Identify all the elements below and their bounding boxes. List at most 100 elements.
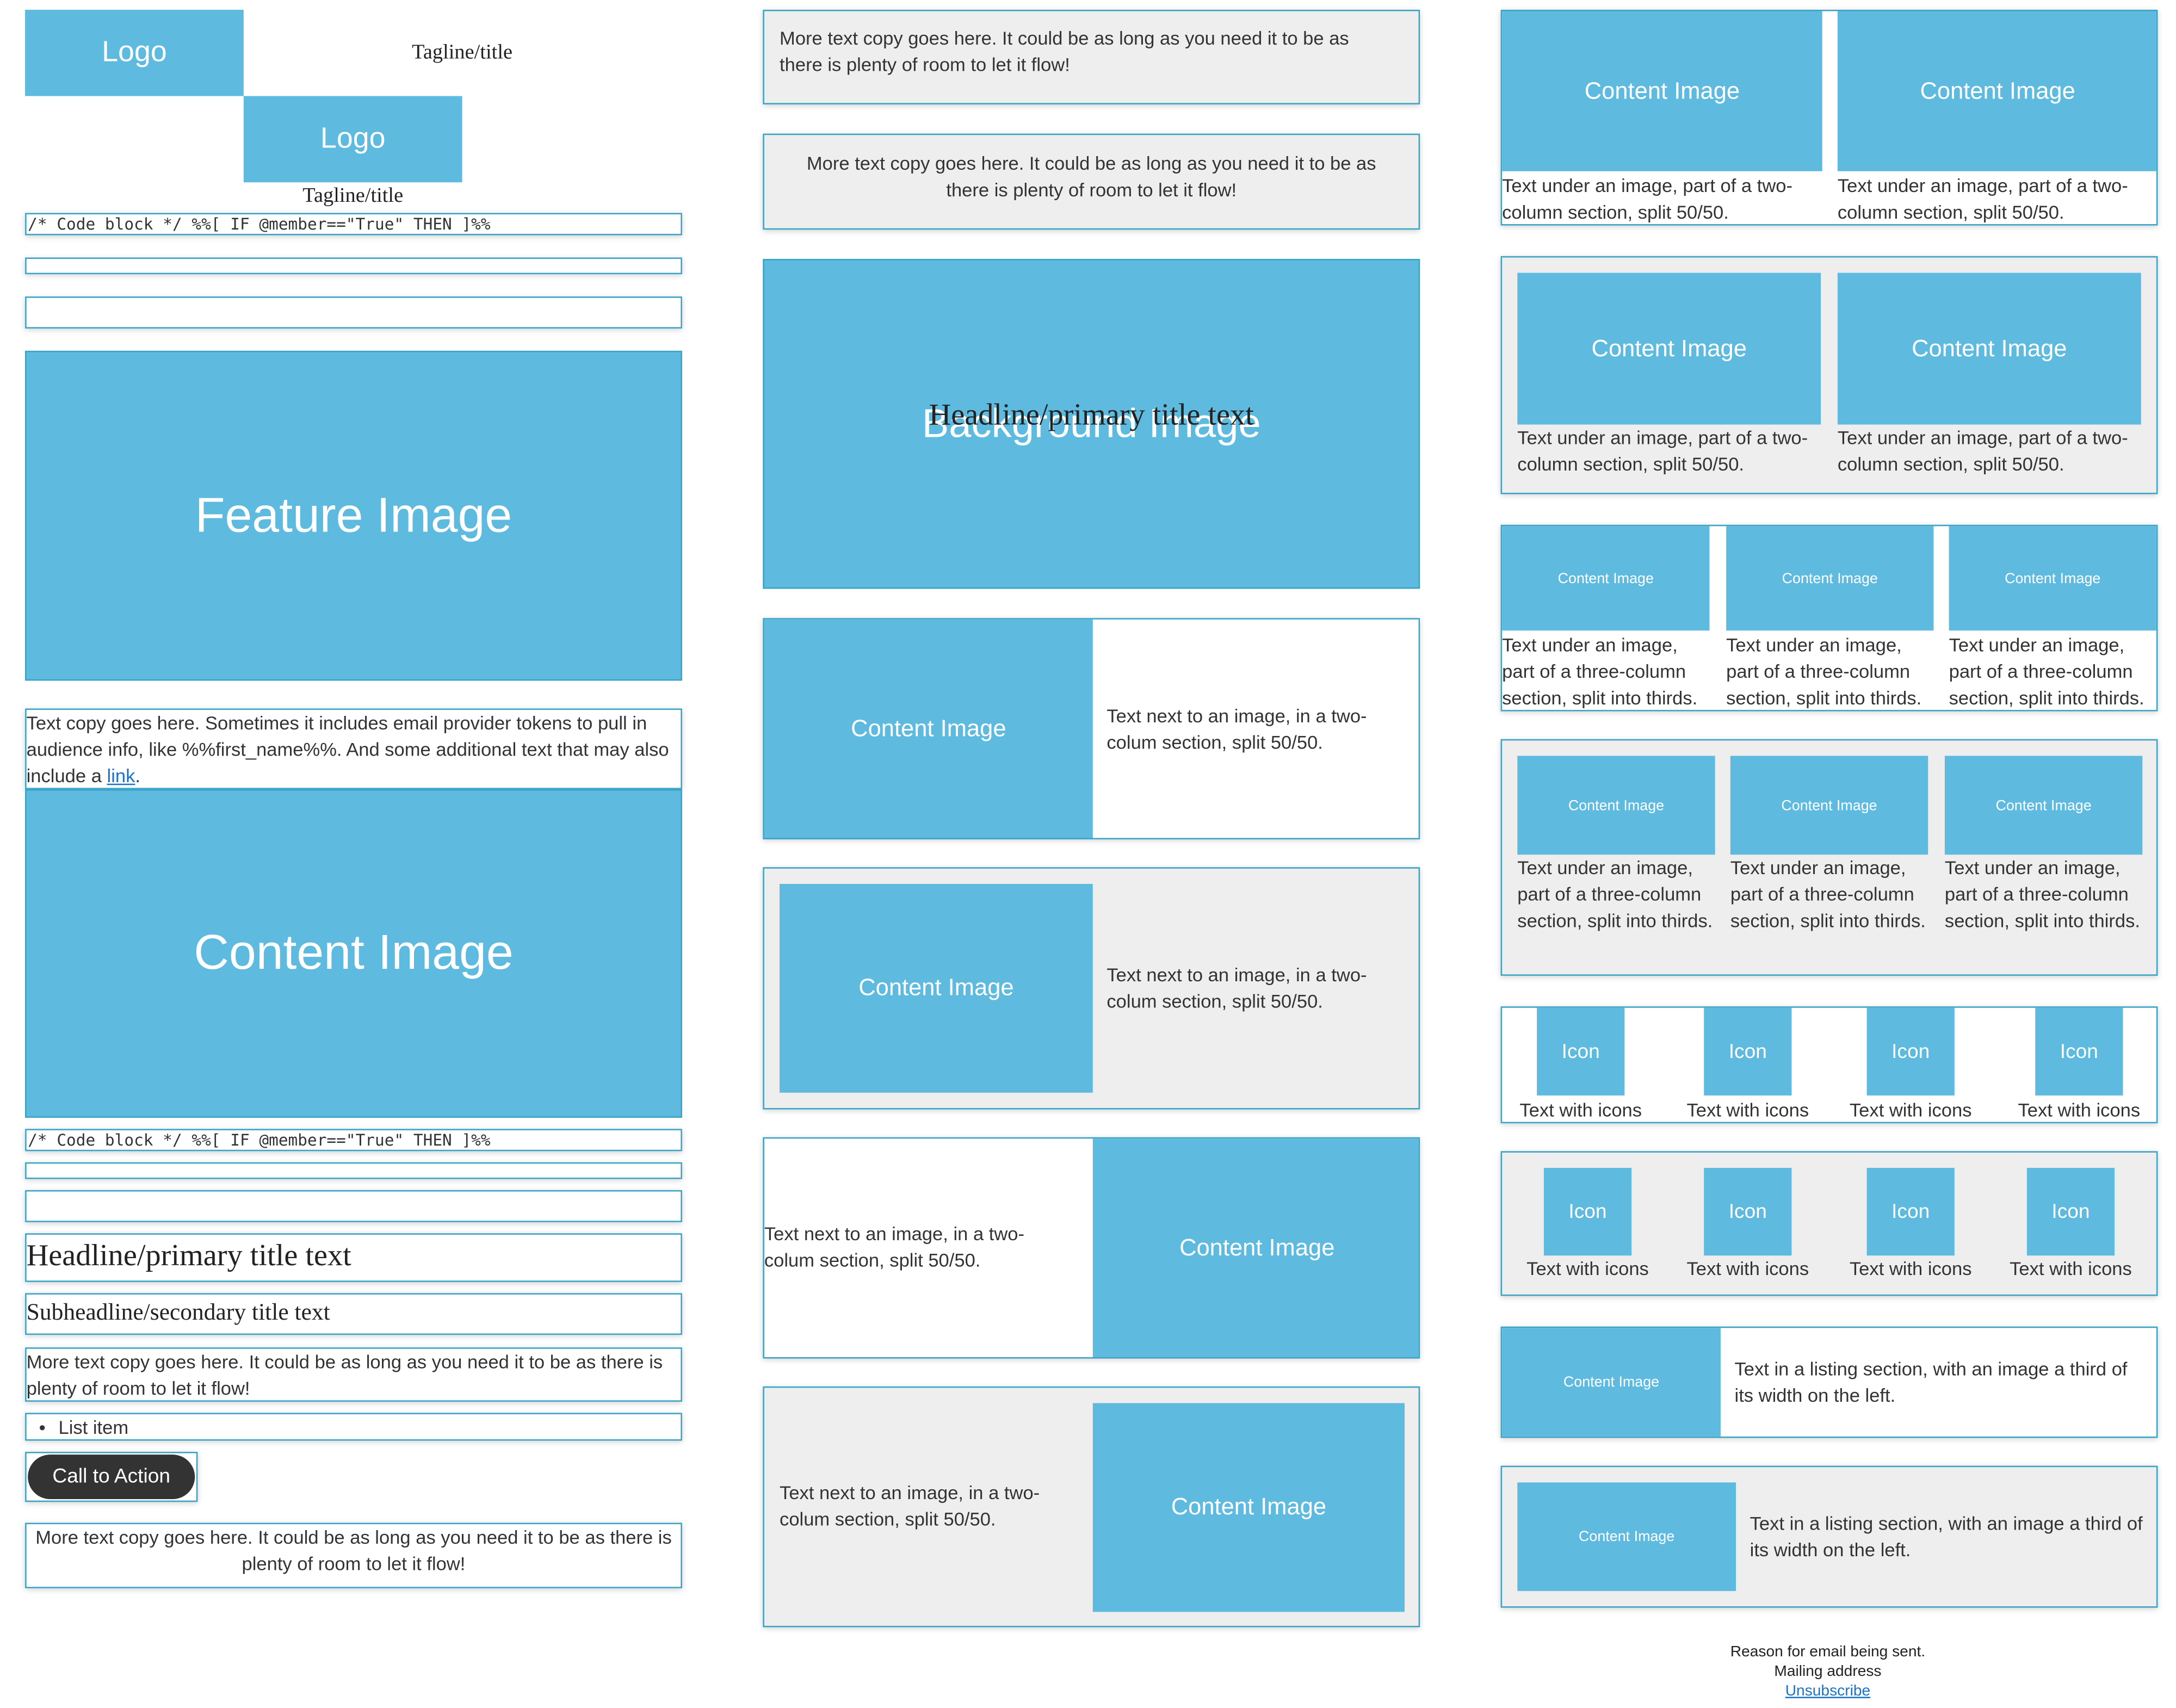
unsubscribe-link[interactable]: Unsubscribe bbox=[1785, 1683, 1870, 1700]
under-text: Text under an image, part of a three-col… bbox=[1944, 857, 2141, 931]
code-block-text: /* Code block */ %%[ IF @member=="True" … bbox=[28, 214, 491, 234]
icon-text: Text with icons bbox=[1686, 1258, 1809, 1279]
content-image: Content Image bbox=[1730, 756, 1928, 855]
footer-reason: Reason for email being sent. bbox=[1730, 1644, 1926, 1661]
under-text: Text under an image, part of a two-colum… bbox=[1837, 175, 2128, 223]
two-col-image-left: Content Image Text next to an image, in … bbox=[763, 618, 1420, 840]
under-text: Text under an image, part of a three-col… bbox=[1517, 857, 1713, 931]
content-image: Content Image bbox=[1517, 273, 1821, 425]
tagline-centered: Tagline/title bbox=[302, 185, 404, 208]
listing-text: Text in a listing section, with an image… bbox=[1734, 1358, 2128, 1406]
content-image: Content Image bbox=[1944, 756, 2143, 855]
icons-row-padded: Icon Text with icons Icon Text with icon… bbox=[1500, 1151, 2158, 1296]
under-text: Text under an image, part of a two-colum… bbox=[1837, 427, 2128, 475]
side-text: Text next to an image, in a two-colum se… bbox=[764, 1223, 1025, 1271]
intro-text-end: . bbox=[135, 765, 141, 787]
icon-text: Text with icons bbox=[1686, 1099, 1809, 1121]
side-text: Text next to an image, in a two-colum se… bbox=[780, 1482, 1040, 1530]
under-text: Text under an image, part of a three-col… bbox=[1730, 857, 1926, 931]
under-text: Text under an image, part of a two-colum… bbox=[1517, 427, 1808, 475]
content-image: Content Image bbox=[1517, 756, 1715, 855]
copy-block-centered: More text copy goes here. It could be as… bbox=[25, 1523, 682, 1588]
spacer-block bbox=[25, 296, 682, 329]
subheadline-block: Subheadline/secondary title text bbox=[25, 1293, 682, 1335]
content-image: Content Image bbox=[1949, 526, 2156, 631]
copy-block-left: More text copy goes here. It could be as… bbox=[763, 9, 1420, 104]
email-template-canvas: Logo Tagline/title Logo Tagline/title /*… bbox=[0, 0, 2176, 1708]
inline-link[interactable]: link bbox=[107, 765, 135, 786]
two-col-under-image-padded: Content Image Text under an image, part … bbox=[1500, 256, 2158, 494]
icon-text: Text with icons bbox=[2018, 1099, 2141, 1121]
icon-text: Text with icons bbox=[1519, 1099, 1642, 1121]
logo-block: Logo bbox=[25, 9, 244, 96]
icon-text: Text with icons bbox=[2010, 1258, 2132, 1279]
copy-block: More text copy goes here. It could be as… bbox=[25, 1347, 682, 1402]
copy-block-center: More text copy goes here. It could be as… bbox=[763, 133, 1420, 230]
copy-text: More text copy goes here. It could be as… bbox=[26, 1351, 663, 1399]
under-text: Text under an image, part of a three-col… bbox=[1726, 634, 1922, 709]
listing-text: Text in a listing section, with an image… bbox=[1750, 1513, 2143, 1561]
footer-address: Mailing address bbox=[1774, 1663, 1882, 1680]
content-image: Content Image bbox=[1502, 11, 1822, 171]
icon-placeholder: Icon bbox=[1537, 1007, 1625, 1096]
two-col-image-right-padded: Text next to an image, in a two-colum se… bbox=[763, 1386, 1420, 1627]
three-col-under-image: Content Image Text under an image, part … bbox=[1500, 524, 2158, 711]
under-text: Text under an image, part of a two-colum… bbox=[1502, 175, 1793, 223]
logo-block-centered: Logo bbox=[243, 96, 462, 183]
copy-text: More text copy goes here. It could be as… bbox=[780, 28, 1349, 76]
icons-row: Icon Text with icons Icon Text with icon… bbox=[1500, 1006, 2158, 1124]
content-image: Content Image bbox=[1837, 273, 2141, 425]
icon-placeholder: Icon bbox=[1704, 1168, 1792, 1256]
code-block: /* Code block */ %%[ IF @member=="True" … bbox=[25, 213, 682, 236]
content-image: Content Image bbox=[764, 619, 1093, 838]
list-bullet: • bbox=[39, 1417, 46, 1438]
content-image: Content Image bbox=[1726, 526, 1934, 631]
code-block-text: /* Code block */ %%[ IF @member=="True" … bbox=[28, 1130, 491, 1150]
icon-placeholder: Icon bbox=[1543, 1168, 1632, 1256]
cta-block: Call to Action bbox=[25, 1452, 198, 1502]
content-image: Content Image bbox=[1092, 1138, 1419, 1358]
spacer-block bbox=[25, 257, 682, 275]
background-headline: Headline/primary title text bbox=[929, 397, 1254, 432]
content-image: Content Image bbox=[1092, 1403, 1405, 1612]
icon-text: Text with icons bbox=[1849, 1099, 1972, 1121]
subheadline: Subheadline/secondary title text bbox=[26, 1298, 330, 1326]
two-col-image-right: Text next to an image, in a two-colum se… bbox=[763, 1137, 1420, 1359]
two-col-image-left-padded: Content Image Text next to an image, in … bbox=[763, 867, 1420, 1110]
content-image: Content Image bbox=[1517, 1482, 1736, 1591]
listing-section-padded: Content Image Text in a listing section,… bbox=[1500, 1465, 2158, 1608]
footer: Reason for email being sent. Mailing add… bbox=[1619, 1643, 2037, 1701]
background-image-block: Background Image Headline/primary title … bbox=[763, 258, 1420, 589]
content-image: Content Image bbox=[1502, 526, 1710, 631]
content-image-large: Content Image bbox=[25, 789, 682, 1118]
icon-text: Text with icons bbox=[1849, 1258, 1972, 1279]
code-block-2: /* Code block */ %%[ IF @member=="True" … bbox=[25, 1129, 682, 1152]
headline-block: Headline/primary title text bbox=[25, 1233, 682, 1282]
cta-button[interactable]: Call to Action bbox=[28, 1455, 195, 1500]
icon-placeholder: Icon bbox=[2035, 1007, 2123, 1096]
headline: Headline/primary title text bbox=[26, 1237, 351, 1272]
icon-text: Text with icons bbox=[1526, 1258, 1649, 1279]
content-image: Content Image bbox=[1502, 1328, 1721, 1437]
icon-placeholder: Icon bbox=[1866, 1007, 1955, 1096]
intro-text: Text copy goes here. Sometimes it includ… bbox=[27, 710, 681, 788]
under-text: Text under an image, part of a three-col… bbox=[1502, 634, 1698, 709]
content-image: Content Image bbox=[1837, 11, 2156, 171]
copy-text-centered: More text copy goes here. It could be as… bbox=[35, 1527, 672, 1575]
two-col-under-image: Content Image Text under an image, part … bbox=[1500, 9, 2158, 226]
icon-placeholder: Icon bbox=[1866, 1168, 1955, 1256]
side-text: Text next to an image, in a two-colum se… bbox=[1106, 706, 1367, 753]
spacer-block bbox=[25, 1162, 682, 1179]
copy-text-centered: More text copy goes here. It could be as… bbox=[806, 153, 1376, 201]
three-col-under-image-padded: Content Image Text under an image, part … bbox=[1500, 739, 2158, 976]
listing-section: Content Image Text in a listing section,… bbox=[1500, 1326, 2158, 1438]
list-item: List item bbox=[58, 1417, 129, 1438]
list-block: • List item bbox=[25, 1413, 682, 1441]
content-image: Content Image bbox=[780, 883, 1093, 1093]
tagline: Tagline/title bbox=[412, 41, 513, 64]
feature-image: Feature Image bbox=[25, 350, 682, 681]
icon-placeholder: Icon bbox=[1704, 1007, 1792, 1096]
spacer-block bbox=[25, 1190, 682, 1222]
intro-text-block: Text copy goes here. Sometimes it includ… bbox=[25, 708, 682, 789]
under-text: Text under an image, part of a three-col… bbox=[1949, 634, 2144, 709]
